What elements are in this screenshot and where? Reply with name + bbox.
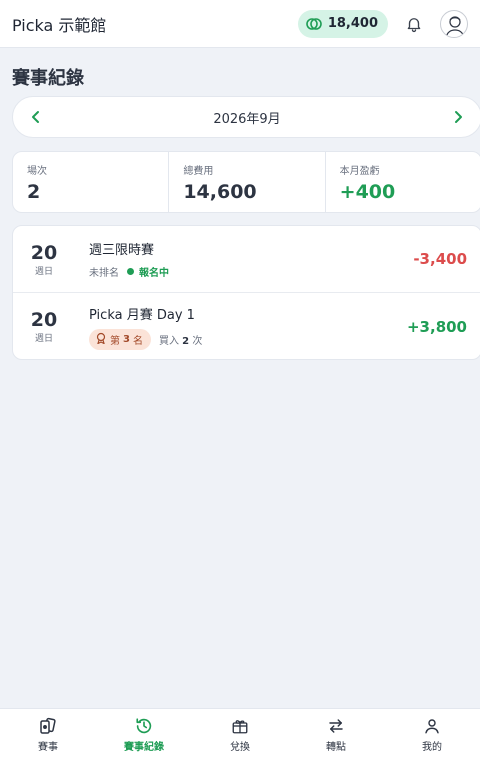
event-amount: -3,400 [413,250,467,268]
event-weekday: 週日 [34,266,53,277]
status-label: 報名中 [139,268,169,279]
nav-item-events[interactable]: 賽事 [0,709,96,760]
nav-label: 賽事紀錄 [124,741,164,753]
event-meta: 未排名 報名中 [89,264,413,279]
page-title: 賽事紀錄 [12,68,84,89]
event-day: 20 [30,309,58,331]
rank-suffix: 名 [132,335,143,347]
chevron-left-icon[interactable] [23,104,49,130]
bell-icon[interactable] [402,12,426,36]
stat-monthly-profit: 本月盈虧 +400 [326,152,480,212]
buyin-prefix: 買入 [158,335,179,347]
avatar-icon[interactable] [440,9,468,38]
event-name: 週三限時賽 [89,243,155,258]
stat-value: +400 [339,181,396,203]
medal-icon [95,332,107,347]
app-header: Picka 示範館 18,400 [0,0,480,48]
stat-label: 本月盈虧 [339,166,380,177]
chevron-right-icon[interactable] [445,104,471,130]
status-badge: 報名中 [127,264,169,279]
event-day: 20 [30,241,58,264]
coin-balance: 18,400 [327,16,378,31]
event-amount: +3,800 [406,317,467,336]
nav-item-transfer[interactable]: 轉點 [288,709,384,760]
stat-label: 場次 [27,166,47,177]
history-icon [135,717,153,735]
bottom-navigation: 賽事 賽事紀錄 兌換 轉點 我的 [0,708,480,760]
buyin-number: 2 [182,335,190,347]
stat-games: 場次 2 [13,152,170,212]
rank-badge: 第 3 名 [89,328,151,350]
buyin-count: 買入 2 次 [159,332,202,347]
stat-total-cost: 總費用 14,600 [169,152,326,212]
app-title: Picka 示範館 [12,15,107,35]
nav-label: 轉點 [326,741,346,753]
buyin-suffix: 次 [192,335,203,347]
nav-label: 兌換 [230,741,250,753]
event-list: 20 週日 週三限時賽 未排名 報名中 -3,400 20 週日 Picka 月… [12,225,480,360]
nav-item-profile[interactable]: 我的 [384,709,480,760]
stat-label: 總費用 [183,166,214,177]
rank-prefix: 第 [110,335,120,347]
rank-text: 未排名 [89,268,119,279]
coin-balance-badge[interactable]: 18,400 [297,9,388,38]
nav-item-history[interactable]: 賽事紀錄 [96,709,192,760]
status-dot-icon [127,268,134,275]
monthly-stats: 場次 2 總費用 14,600 本月盈虧 +400 [12,151,480,213]
event-weekday: 週日 [34,334,53,344]
event-date: 20 週日 [27,309,61,344]
cards-icon [38,717,58,735]
event-info: 週三限時賽 未排名 報名中 [89,239,413,279]
stat-value: 14,600 [183,181,257,203]
coin-icon [306,17,322,31]
nav-item-redeem[interactable]: 兌換 [192,709,288,760]
event-row[interactable]: 20 週日 週三限時賽 未排名 報名中 -3,400 [13,226,480,292]
event-row[interactable]: 20 週日 Picka 月賽 Day 1 第 3 名 買入 2 次 +3,800 [13,292,480,360]
event-name: Picka 月賽 Day 1 [89,307,195,323]
event-meta: 第 3 名 買入 2 次 [89,328,407,350]
month-selector: 2026年9月 [12,96,480,138]
event-info: Picka 月賽 Day 1 第 3 名 買入 2 次 [89,304,407,350]
rank-number: 3 [123,333,130,345]
nav-label: 我的 [422,741,442,753]
nav-label: 賽事 [38,741,58,753]
gift-icon [231,717,249,735]
event-date: 20 週日 [27,242,61,277]
month-label: 2026年9月 [213,111,281,127]
transfer-icon [327,717,345,735]
stat-value: 2 [27,181,41,203]
user-icon [423,717,441,735]
